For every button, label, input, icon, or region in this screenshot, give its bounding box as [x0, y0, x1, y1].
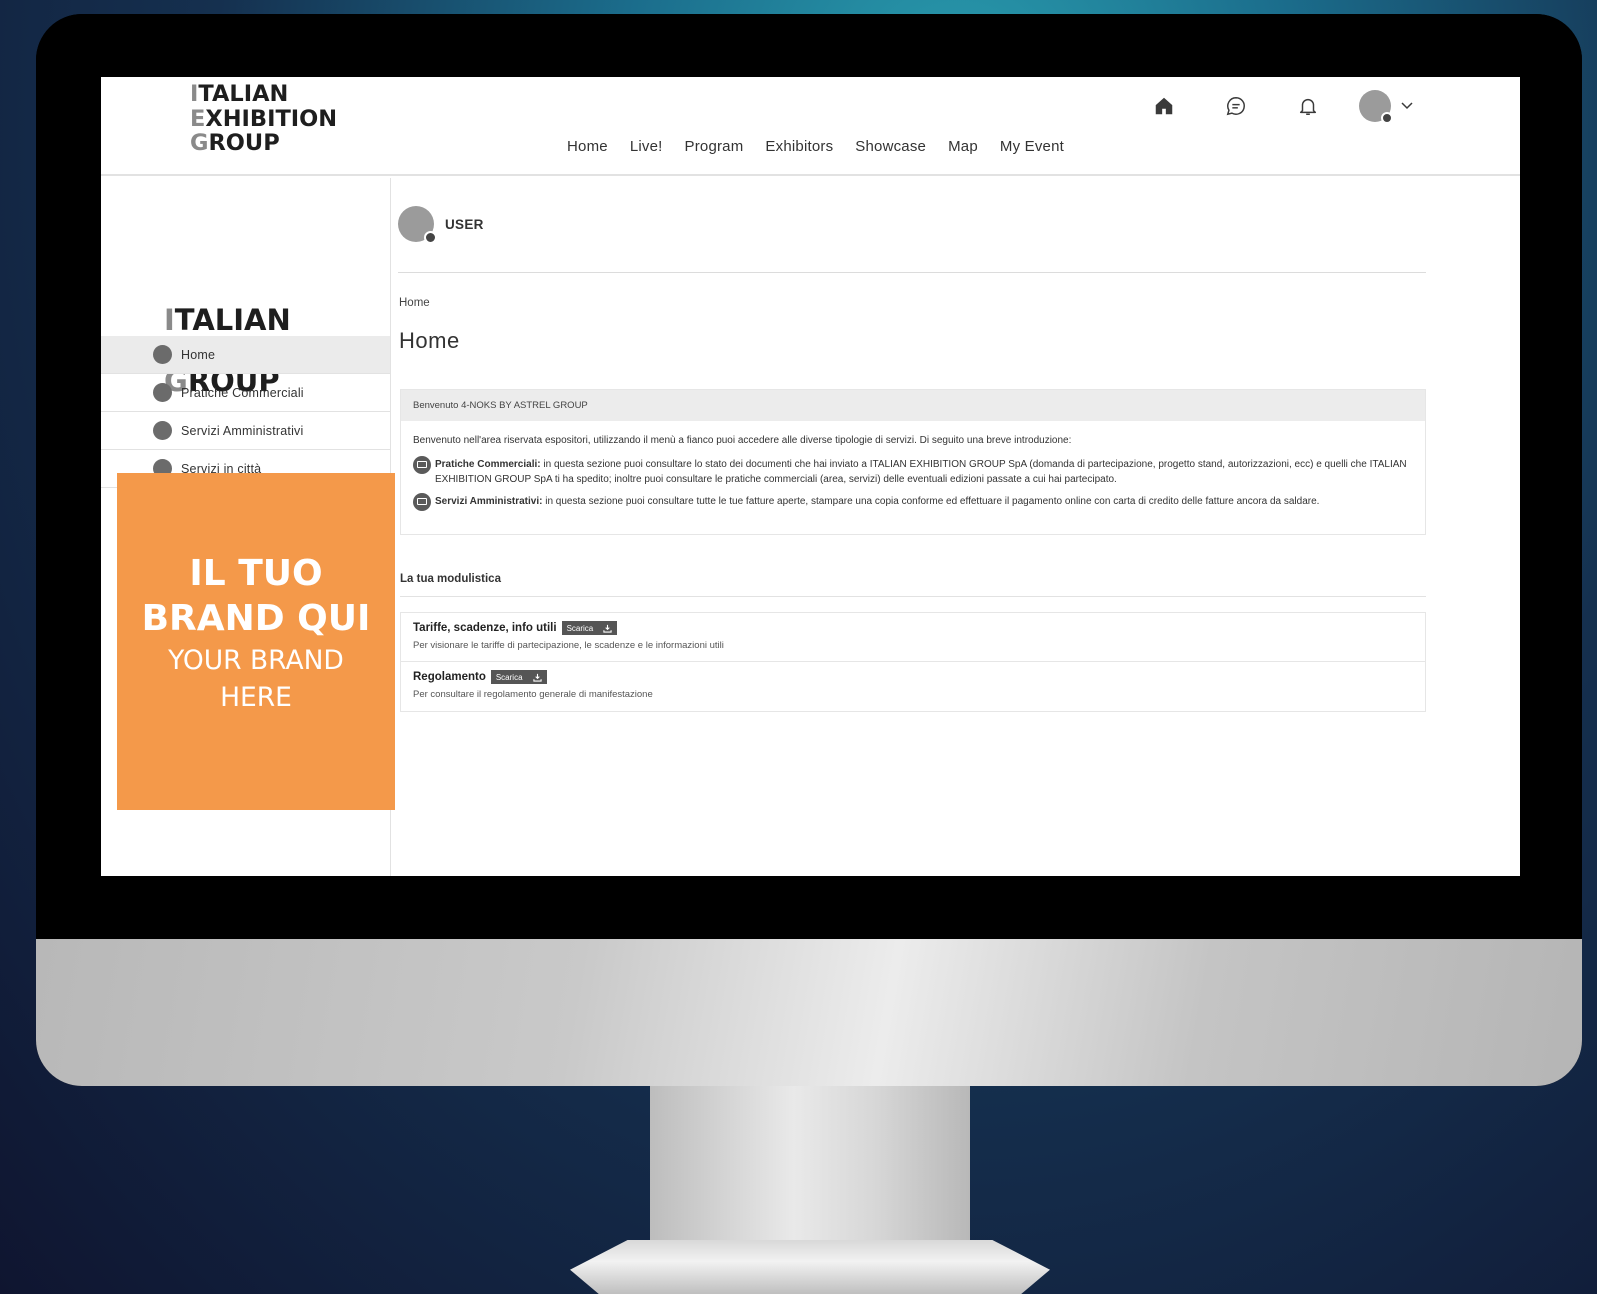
divider: [398, 272, 1426, 273]
top-nav: Home Live! Program Exhibitors Showcase M…: [556, 138, 1075, 155]
section-title: La tua modulistica: [400, 573, 501, 585]
home-icon[interactable]: [1151, 93, 1177, 119]
nav-showcase[interactable]: Showcase: [844, 138, 937, 155]
logo-line-2: XHIBITION: [205, 105, 338, 132]
sidebar-menu: Home Pratiche Commerciali Servizi Ammini…: [101, 336, 390, 488]
logo-line-1: TALIAN: [198, 81, 289, 107]
logo-line-3: ROUP: [208, 130, 280, 156]
bell-icon[interactable]: [1295, 93, 1321, 119]
welcome-item-pratiche: Pratiche Commerciali: in questa sezione …: [413, 455, 1413, 488]
doc-description: Per consultare il regolamento generale d…: [413, 689, 653, 700]
brand-line-3: YOUR BRAND: [168, 644, 344, 676]
welcome-heading: Benvenuto 4-NOKS BY ASTREL GROUP: [401, 390, 1425, 421]
screen: ITALIAN EXHIBITION GROUP Home Live! Prog…: [101, 77, 1520, 876]
documents-list: Tariffe, scadenze, info utili Scarica Pe…: [400, 612, 1426, 712]
download-button[interactable]: Scarica: [561, 621, 618, 635]
top-bar: ITALIAN EXHIBITION GROUP Home Live! Prog…: [101, 77, 1520, 176]
document-icon: [413, 455, 431, 474]
brand-placeholder: IL TUO BRAND QUI YOUR BRAND HERE: [117, 473, 395, 810]
document-icon: [413, 492, 431, 511]
brand-line-2: BRAND QUI: [141, 597, 371, 639]
sidebar-item-label: Home: [181, 347, 216, 362]
sidebar-item-home[interactable]: Home: [101, 336, 390, 374]
home-menu-icon: [153, 345, 172, 364]
brand-line-4: HERE: [220, 681, 292, 713]
nav-map[interactable]: Map: [937, 138, 989, 155]
list-item: Regolamento Scarica Per consultare il re…: [401, 662, 1425, 711]
welcome-panel: Benvenuto 4-NOKS BY ASTREL GROUP Benvenu…: [400, 389, 1426, 535]
doc-title: Tariffe, scadenze, info utili: [413, 622, 557, 634]
list-item: Tariffe, scadenze, info utili Scarica Pe…: [401, 613, 1425, 662]
status-dot: [1381, 112, 1393, 124]
servizi-menu-icon: [153, 421, 172, 440]
monitor-stand-base: [570, 1240, 1050, 1294]
monitor-stand: [650, 1086, 970, 1246]
header-icons: [1151, 90, 1415, 124]
nav-program[interactable]: Program: [674, 138, 755, 155]
breadcrumb[interactable]: Home: [399, 297, 430, 309]
download-button[interactable]: Scarica: [490, 670, 547, 684]
sidebar-item-servizi-amministrativi[interactable]: Servizi Amministrativi: [101, 412, 390, 450]
doc-description: Per visionare le tariffe di partecipazio…: [413, 640, 724, 651]
page-title: Home: [399, 328, 460, 353]
nav-my-event[interactable]: My Event: [989, 138, 1075, 155]
brand-line-1: IL TUO: [189, 552, 323, 594]
user-avatar[interactable]: [398, 206, 437, 244]
divider: [400, 596, 1426, 597]
user-header: USER: [398, 206, 484, 244]
monitor-chin: [36, 939, 1582, 1086]
chevron-down-icon[interactable]: [1399, 98, 1415, 114]
nav-live[interactable]: Live!: [619, 138, 674, 155]
side-logo-line-1: TALIAN: [174, 303, 291, 337]
download-icon: [532, 673, 542, 682]
pratiche-menu-icon: [153, 383, 172, 402]
sidebar-item-label: Servizi Amministrativi: [181, 423, 304, 438]
nav-exhibitors[interactable]: Exhibitors: [754, 138, 844, 155]
header-logo[interactable]: ITALIAN EXHIBITION GROUP: [190, 83, 337, 157]
user-name: USER: [445, 216, 484, 232]
sidebar-item-label: Pratiche Commerciali: [181, 385, 304, 400]
nav-home[interactable]: Home: [556, 138, 619, 155]
download-icon: [603, 624, 612, 633]
chat-icon[interactable]: [1223, 93, 1249, 119]
sidebar-item-pratiche-commerciali[interactable]: Pratiche Commerciali: [101, 374, 390, 412]
doc-title: Regolamento: [413, 671, 486, 683]
welcome-item-servizi: Servizi Amministrativi: in questa sezion…: [413, 492, 1413, 511]
status-dot: [424, 231, 437, 244]
welcome-intro: Benvenuto nell'area riservata espositori…: [413, 435, 1072, 446]
avatar[interactable]: [1359, 90, 1393, 124]
